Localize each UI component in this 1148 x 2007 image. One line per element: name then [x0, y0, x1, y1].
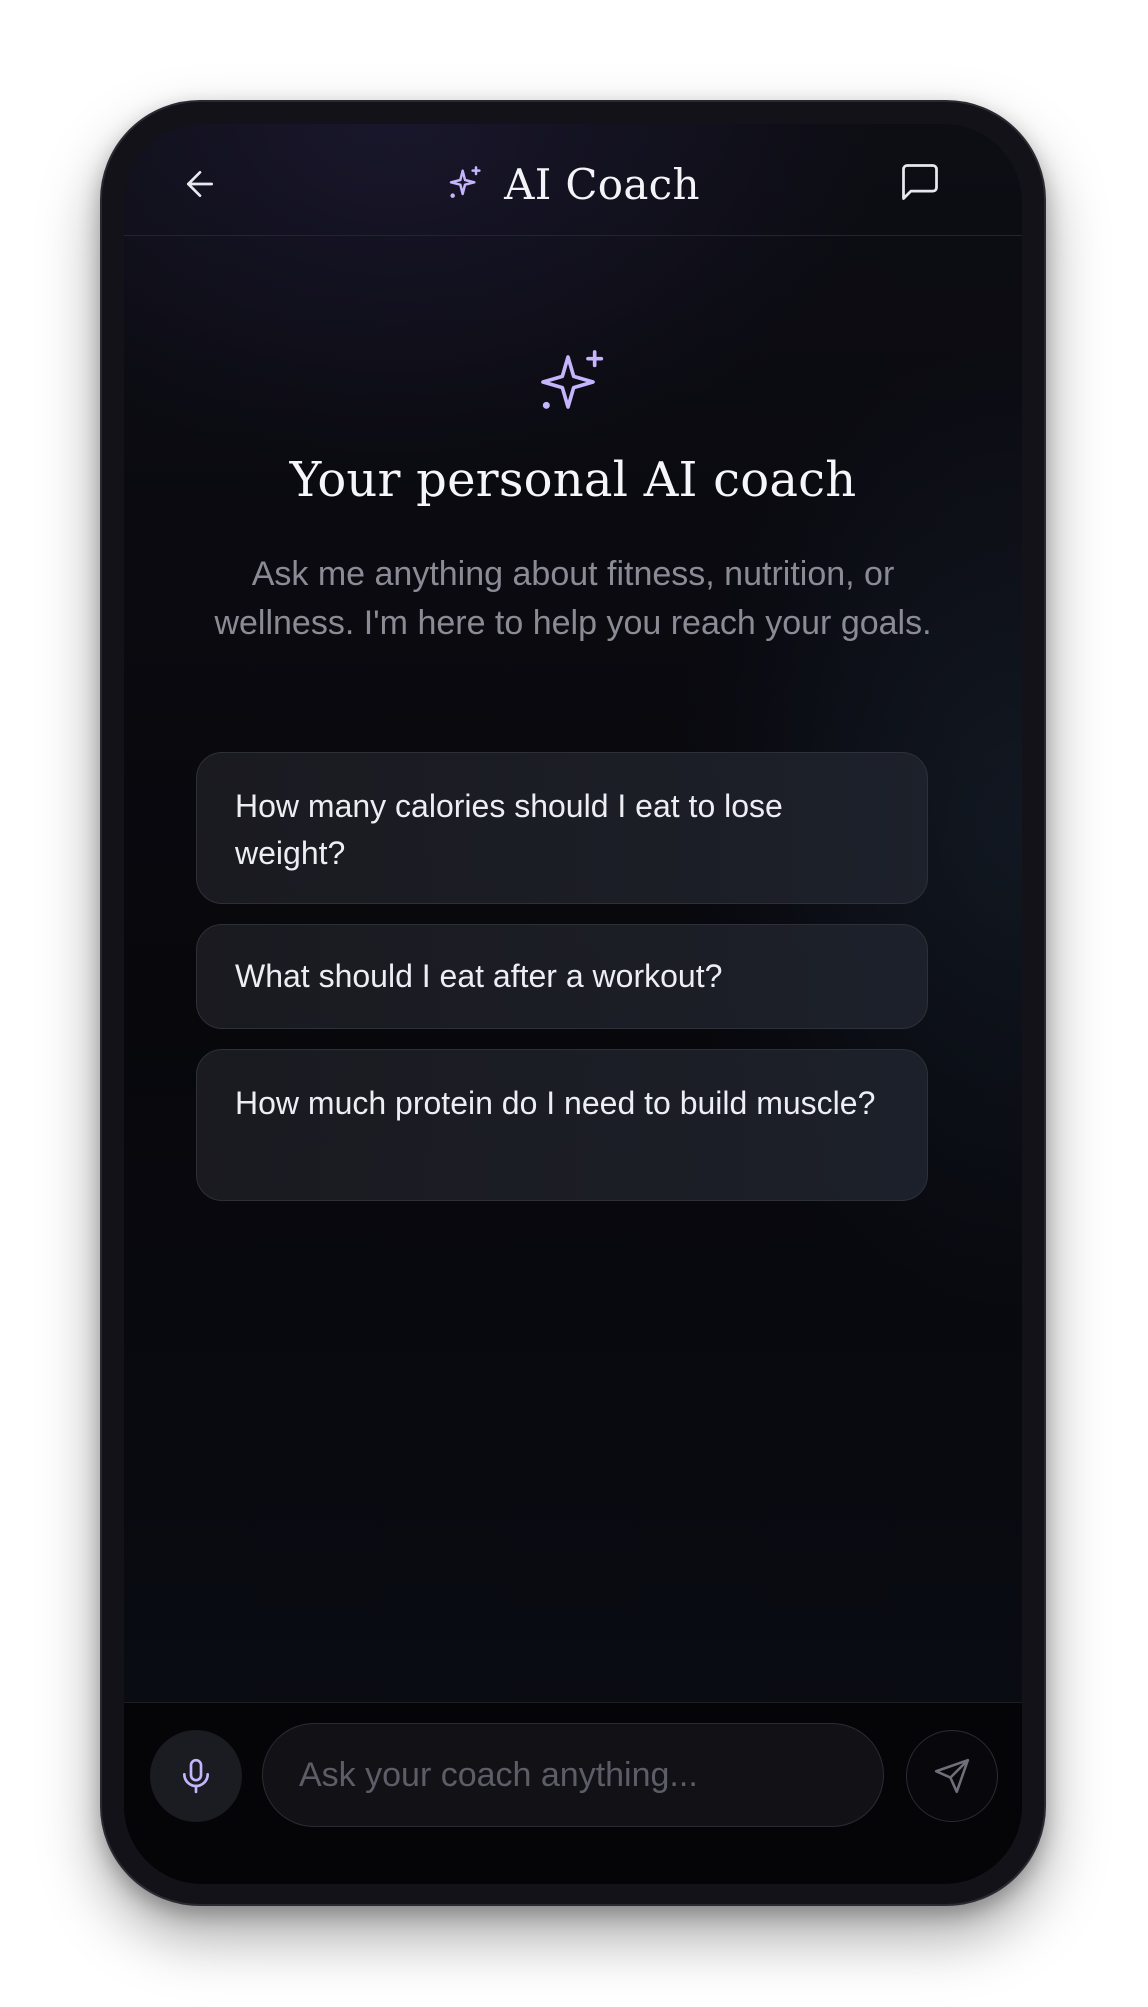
microphone-icon — [183, 1758, 209, 1794]
hero-sparkles-icon — [541, 350, 604, 409]
message-input[interactable] — [297, 1754, 849, 1796]
conversations-button[interactable] — [892, 154, 948, 210]
suggestion-card[interactable]: How many calories should I eat to lose w… — [196, 752, 928, 904]
hero-title: Your personal AI coach — [289, 452, 857, 508]
message-input-container — [262, 1723, 884, 1827]
sparkles-icon — [449, 166, 481, 198]
suggestion-card[interactable]: How much protein do I need to build musc… — [196, 1049, 928, 1201]
page-title: AI Coach — [504, 159, 700, 209]
suggestion-card[interactable]: What should I eat after a workout? — [196, 924, 928, 1029]
hero-subtitle: Ask me anything about fitness, nutrition… — [214, 555, 932, 642]
app-header: AI Coach — [124, 124, 1022, 236]
composer-bar — [124, 1702, 1022, 1884]
header-title-group: AI Coach — [124, 152, 1022, 216]
send-button[interactable] — [906, 1730, 998, 1822]
message-square-icon — [902, 164, 938, 200]
send-icon — [934, 1758, 970, 1794]
microphone-button[interactable] — [150, 1730, 242, 1822]
app-screen: AI Coach Your personal AI coach Ask me a… — [124, 124, 1022, 1884]
